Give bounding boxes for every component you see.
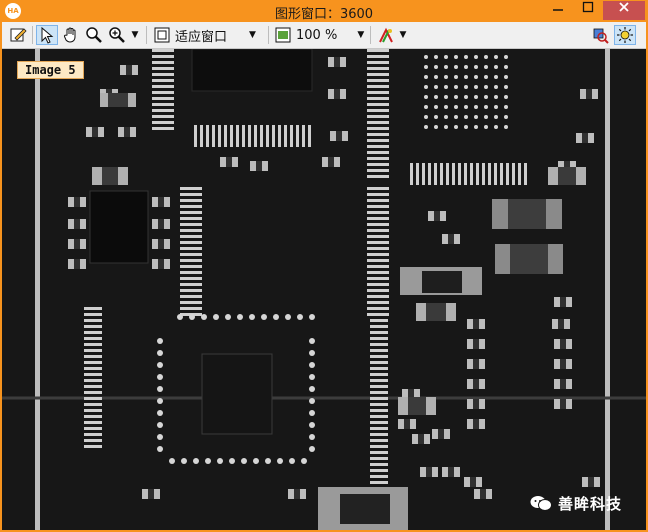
zoom-menu-dropdown[interactable]: ▼: [129, 25, 141, 45]
hand-icon: [63, 27, 76, 43]
watermark: 善眸科技: [530, 492, 622, 514]
chat-bubble-icon: [530, 494, 552, 512]
sun-gear-icon: [617, 27, 633, 43]
image-label: Image 5: [17, 61, 84, 79]
color-tool-button[interactable]: [376, 25, 396, 45]
fit-window-label: 适应窗口: [175, 29, 228, 45]
minimize-icon: [553, 9, 563, 11]
fit-window-combo[interactable]: 适应窗口 ▼: [153, 25, 269, 45]
magnify-tool-button[interactable]: [84, 25, 104, 45]
pcb-image: [2, 49, 646, 530]
zoom-level-combo[interactable]: 100 % ▼: [274, 25, 368, 45]
magnifier-icon: [86, 27, 102, 43]
region-tool-button[interactable]: [590, 25, 610, 45]
watermark-text: 善眸科技: [558, 494, 623, 513]
toolbar: ▼ 适应窗口 ▼ 100 % ▼ ▼: [2, 22, 646, 49]
settings-tool-button[interactable]: [614, 25, 636, 45]
cursor-arrow-icon: [41, 26, 54, 44]
region-inspect-icon: [593, 28, 609, 44]
fit-window-icon: [154, 27, 170, 43]
pan-tool-button[interactable]: [60, 25, 82, 45]
zoom-level-icon: [275, 27, 291, 43]
minimize-button[interactable]: [543, 1, 573, 20]
pointer-tool-button[interactable]: [36, 25, 58, 45]
zoom-tool-button[interactable]: [106, 25, 128, 45]
graphics-window: HA 图形窗口：3600 ▼ 适应窗口 ▼ 100 % ▼ ▼ Image 5 …: [0, 0, 648, 532]
image-canvas[interactable]: Image 5 善眸科技: [2, 49, 646, 530]
zoom-level-value: 100 %: [296, 27, 338, 43]
chevron-down-icon: ▼: [131, 30, 139, 40]
maximize-button[interactable]: [573, 1, 603, 20]
maximize-icon: [582, 1, 594, 13]
edit-tool-button[interactable]: [8, 25, 28, 45]
color-brush-icon: [379, 27, 393, 43]
color-menu-dropdown[interactable]: ▼: [397, 25, 409, 45]
close-button[interactable]: [603, 1, 645, 20]
close-icon: [619, 2, 629, 12]
chevron-down-icon: ▼: [357, 30, 365, 40]
pencil-box-icon: [10, 28, 27, 42]
chevron-down-icon: ▼: [399, 30, 407, 40]
title-bar[interactable]: HA 图形窗口：3600: [0, 0, 648, 22]
chevron-down-icon: ▼: [249, 30, 256, 40]
zoom-in-icon: [109, 27, 125, 43]
